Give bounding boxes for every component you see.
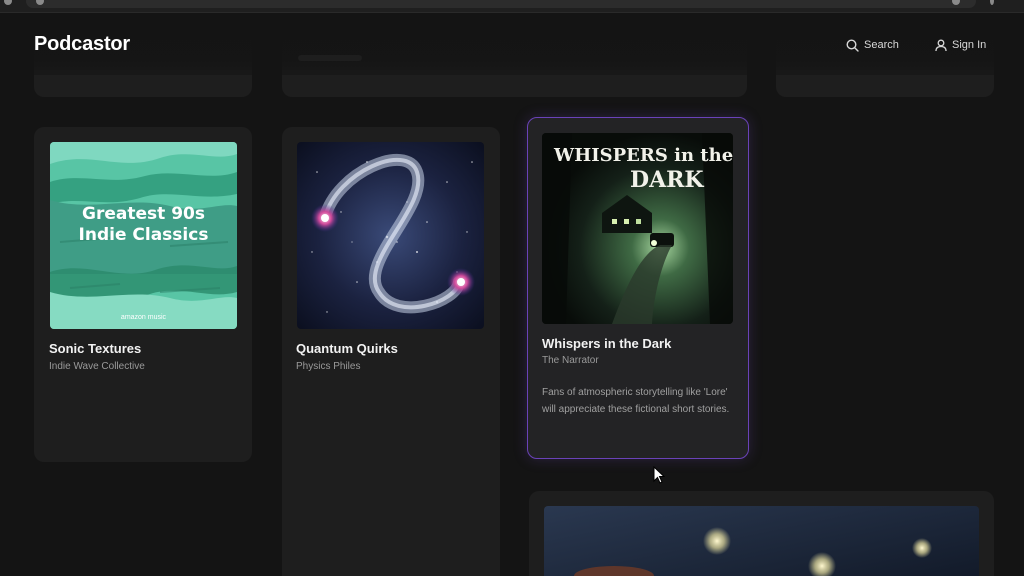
logo[interactable]: Podcastor	[34, 33, 130, 56]
cover-brand: amazon music	[120, 314, 167, 321]
user-icon	[935, 39, 947, 51]
podcast-card[interactable]: Quantum Quirks Physics Philes	[282, 127, 500, 576]
mouse-cursor-icon	[653, 466, 665, 484]
bottom-cover-art	[544, 506, 979, 576]
address-bar[interactable]	[26, 0, 976, 8]
podcast-title: Quantum Quirks	[296, 341, 398, 356]
search-label: Search	[864, 39, 899, 51]
cover-title-line2: DARK	[630, 167, 704, 193]
browser-toolbar	[0, 0, 1024, 13]
site-header: Podcastor Search Sign In	[0, 13, 1024, 75]
podcast-description: Fans of atmospheric storytelling like 'L…	[542, 387, 730, 415]
podcast-author: Indie Wave Collective	[49, 361, 145, 372]
search-icon	[846, 38, 859, 52]
podcast-cover: Greatest 90s Indie Classics amazon music	[50, 142, 237, 329]
podcast-card[interactable]	[529, 491, 994, 576]
browser-icon[interactable]	[4, 0, 12, 5]
podcast-cover	[544, 506, 979, 576]
podcast-card[interactable]: Greatest 90s Indie Classics amazon music…	[34, 127, 252, 462]
podcast-cover: WHISPERS in the DARK	[542, 133, 733, 324]
cover-title-line1: WHISPERS in the	[554, 145, 733, 166]
podcast-card-highlighted[interactable]: WHISPERS in the DARK Whispers in the Dar…	[527, 117, 749, 459]
podcast-title: Sonic Textures	[49, 341, 142, 356]
sign-in-label: Sign In	[952, 39, 987, 51]
quantum-quirks-cover-art	[297, 142, 484, 329]
cover-headline: Greatest 90s Indie Classics	[78, 204, 209, 245]
podcast-cover	[297, 142, 484, 329]
podcast-author: Physics Philes	[296, 361, 361, 372]
sign-in-button[interactable]: Sign In	[935, 37, 986, 53]
menu-icon[interactable]	[990, 0, 994, 5]
podcast-title: Whispers in the Dark	[542, 336, 672, 351]
podcast-author: The Narrator	[542, 355, 599, 366]
search-button[interactable]: Search	[846, 37, 899, 53]
ghost-placeholder	[298, 55, 362, 61]
page: Greatest 90s Indie Classics amazon music…	[0, 13, 1024, 576]
